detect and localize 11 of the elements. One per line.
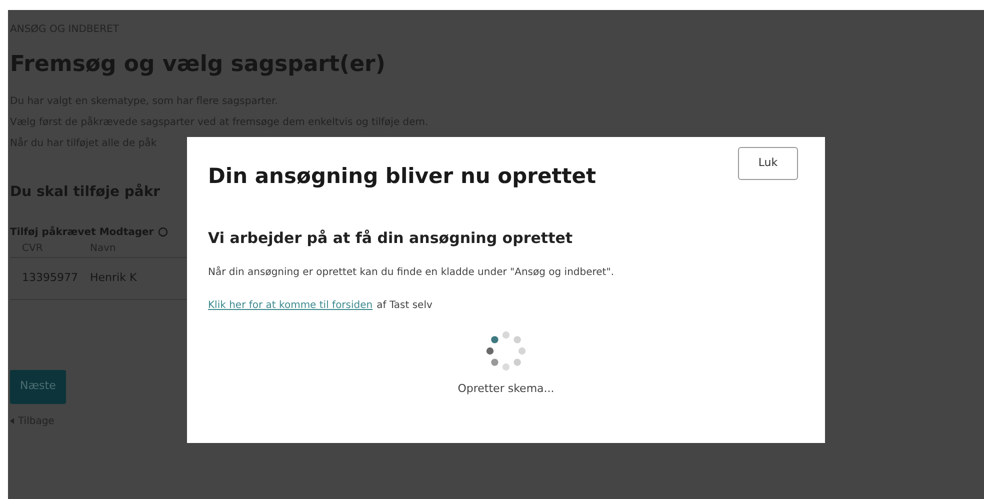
loading-spinner-drawing <box>486 331 526 371</box>
modal-subtitle: Vi arbejder på at få din ansøgning oprettet <box>208 228 573 248</box>
modal-text: Når din ansøgning er oprettet kan du finde en kladde under "Ansøg og indberet". <box>208 265 614 280</box>
next-button[interactable]: Næste <box>10 370 66 404</box>
modal-title: Din ansøgning bliver nu oprettet <box>208 163 596 190</box>
caret-icon <box>10 418 14 424</box>
link-suffix: af Tast selv <box>376 299 432 313</box>
help-icon[interactable] <box>158 227 168 237</box>
close-button[interactable]: Luk <box>738 147 798 180</box>
status-text: Opretter skema... <box>458 381 554 397</box>
homepage-link[interactable]: Klik her for at komme til forsiden <box>208 298 373 313</box>
